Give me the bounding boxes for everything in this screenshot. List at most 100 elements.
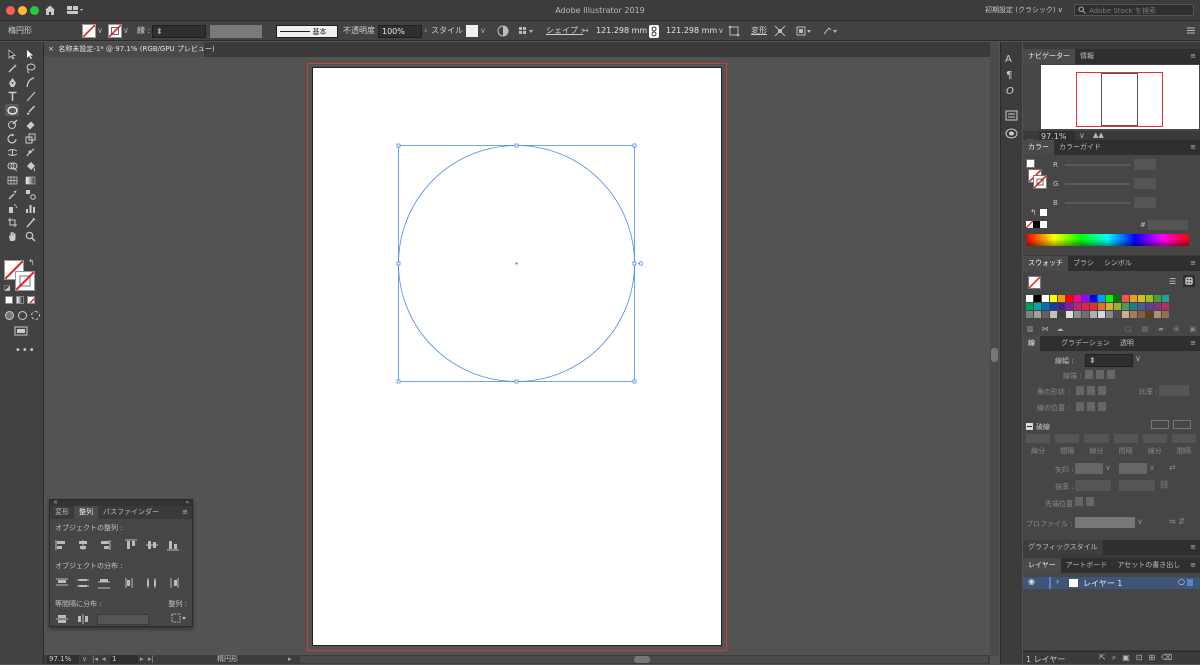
butt-cap-icon[interactable] <box>1085 370 1093 379</box>
dash-2-input[interactable] <box>1084 434 1109 443</box>
libraries-panel-icon[interactable] <box>1005 128 1018 141</box>
red-input[interactable] <box>1134 159 1156 170</box>
vertical-scroll-thumb[interactable] <box>991 348 998 362</box>
swatch[interactable] <box>1114 295 1121 302</box>
swatch[interactable] <box>1098 311 1105 318</box>
swatch[interactable] <box>1146 303 1153 310</box>
swatch-options-icon[interactable]: ▢ <box>1125 325 1132 333</box>
tab-pathfinder[interactable]: パスファインダー <box>98 506 164 519</box>
gradient-tool-icon[interactable] <box>23 174 37 186</box>
variable-width-profile[interactable] <box>210 25 262 38</box>
stroke-width-dropdown-icon[interactable]: ∨ <box>1135 354 1141 363</box>
control-bar-menu-icon[interactable] <box>1187 27 1195 36</box>
swatch[interactable] <box>1146 311 1153 318</box>
locate-object-icon[interactable]: ⌕ <box>1112 653 1116 663</box>
swatch[interactable] <box>1122 303 1129 310</box>
swatch[interactable] <box>1090 303 1097 310</box>
layer-name[interactable]: レイヤー 1 <box>1083 578 1122 589</box>
dash-preserve-icon[interactable] <box>1151 420 1169 429</box>
swatch[interactable] <box>1106 295 1113 302</box>
zoom-level-field[interactable]: 97.1% <box>47 655 79 664</box>
color-mode-icon[interactable] <box>5 296 13 304</box>
swatch[interactable] <box>1106 311 1113 318</box>
tab-transform[interactable]: 変形 <box>50 506 74 519</box>
align-panel-menu-icon[interactable]: ≡ <box>178 506 192 519</box>
shape-properties-icon[interactable] <box>728 25 740 39</box>
swatch[interactable] <box>1074 303 1081 310</box>
workspace-switcher[interactable]: 初期設定 (クラシック) ∨ <box>985 5 1063 15</box>
gap-3-input[interactable] <box>1171 434 1197 443</box>
isolate-icon[interactable] <box>774 25 786 39</box>
swatch[interactable] <box>1074 295 1081 302</box>
tab-info[interactable]: 情報 <box>1075 49 1099 64</box>
type-tool-icon[interactable] <box>5 90 19 102</box>
align-bottom-icon[interactable] <box>166 539 180 551</box>
artboard-number-field[interactable]: 1 <box>110 655 138 664</box>
flip-profile-icon[interactable]: ⇋ ⇵ <box>1169 517 1185 526</box>
navigator-preview[interactable] <box>1041 65 1199 129</box>
swap-fill-stroke-icon[interactable]: ↰ <box>28 258 35 267</box>
zoom-dropdown-icon[interactable]: ∨ <box>82 655 87 664</box>
hex-input[interactable] <box>1148 220 1188 230</box>
dash-3-input[interactable] <box>1142 434 1167 443</box>
swatch[interactable] <box>1026 311 1033 318</box>
bounding-handle-right[interactable] <box>632 261 637 266</box>
tab-layers[interactable]: レイヤー <box>1023 558 1061 573</box>
direct-selection-tool-icon[interactable] <box>23 48 37 60</box>
swatch[interactable] <box>1098 303 1105 310</box>
distribute-horizontal-center-icon[interactable] <box>145 577 159 589</box>
distribute-top-icon[interactable] <box>55 577 69 589</box>
horizontal-scroll-thumb[interactable] <box>634 656 650 663</box>
none-mode-icon[interactable] <box>27 296 35 304</box>
green-input[interactable] <box>1134 178 1156 189</box>
scale-tool-icon[interactable] <box>23 132 37 144</box>
next-artboard-icon[interactable]: ▸ <box>140 655 144 664</box>
link-scale-icon[interactable]: ⛓ <box>1159 480 1169 489</box>
start-arrow-dropdown-icon[interactable]: ∨ <box>1105 463 1111 472</box>
bounding-handle-bottom[interactable] <box>514 379 519 384</box>
delete-swatch-icon[interactable]: ▣ <box>1190 325 1197 333</box>
more-options-icon[interactable] <box>822 25 840 39</box>
swatch[interactable] <box>1154 311 1161 318</box>
target-icon[interactable]: ○ <box>1178 577 1185 586</box>
mask-options-icon[interactable] <box>796 25 814 39</box>
align-options-icon[interactable] <box>518 26 536 38</box>
delete-layer-icon[interactable]: ⌫ <box>1161 653 1172 663</box>
white-preset-2[interactable] <box>1040 221 1047 228</box>
transform-label[interactable]: 変形 <box>751 24 767 38</box>
swatch[interactable] <box>1066 311 1073 318</box>
align-top-icon[interactable] <box>124 539 138 551</box>
align-horizontal-center-icon[interactable] <box>76 539 90 551</box>
selected-ellipse[interactable] <box>390 140 650 390</box>
dash-align-icon[interactable] <box>1173 420 1191 429</box>
swatch-kind-icon[interactable]: ⋈ <box>1042 325 1049 333</box>
pen-tool-icon[interactable] <box>5 76 19 88</box>
align-center-stroke-icon[interactable] <box>1076 402 1084 411</box>
tab-artboards[interactable]: アートボード <box>1061 558 1113 573</box>
selection-tool-icon[interactable] <box>5 48 19 60</box>
swatch[interactable] <box>1066 303 1073 310</box>
brush-definition[interactable]: 基本 <box>276 25 338 38</box>
curvature-tool-icon[interactable] <box>23 76 37 88</box>
tab-swatches[interactable]: スウォッチ <box>1023 256 1068 271</box>
default-fill-stroke-icon[interactable]: ◪ <box>4 284 11 292</box>
start-scale-input[interactable] <box>1075 480 1111 491</box>
green-slider[interactable] <box>1065 183 1130 185</box>
slice-tool-icon[interactable] <box>23 216 37 228</box>
swatch[interactable] <box>1122 295 1129 302</box>
swatch-row-1[interactable] <box>1026 295 1198 302</box>
swatch-row-3[interactable] <box>1026 311 1198 318</box>
line-tool-icon[interactable] <box>23 90 37 102</box>
symbol-sprayer-tool-icon[interactable] <box>5 202 19 214</box>
align-right-icon[interactable] <box>97 539 111 551</box>
color-panel-stroke-icon[interactable] <box>1033 175 1047 189</box>
distribute-horizontal-space-icon[interactable] <box>76 613 90 625</box>
projecting-cap-icon[interactable] <box>1107 370 1115 379</box>
tab-color[interactable]: カラー <box>1023 140 1054 155</box>
magic-wand-tool-icon[interactable] <box>5 62 19 74</box>
rotate-tool-icon[interactable] <box>5 132 19 144</box>
gap-2-input[interactable] <box>1113 434 1138 443</box>
horizontal-scrollbar[interactable] <box>300 656 988 663</box>
draw-behind-icon[interactable] <box>18 311 27 320</box>
swatch[interactable] <box>1162 311 1169 318</box>
